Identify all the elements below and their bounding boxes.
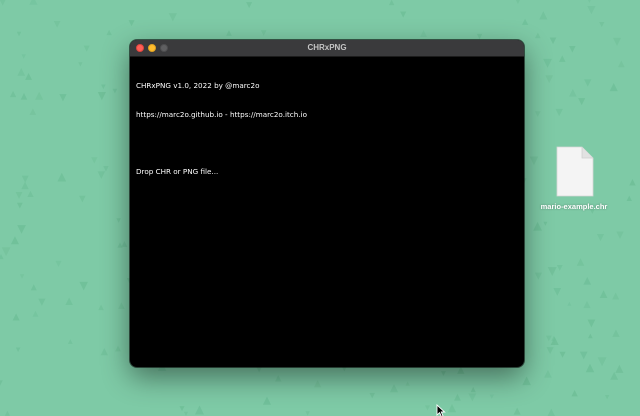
window-title: CHRxPNG: [307, 43, 347, 52]
document-file-icon[interactable]: [555, 146, 595, 198]
desktop-file-label[interactable]: mario-example.chr: [524, 202, 624, 211]
console-line: CHRxPNG v1.0, 2022 by @marc2o: [136, 81, 260, 90]
desktop-file[interactable]: [555, 146, 595, 198]
window-titlebar[interactable]: CHRxPNG: [130, 40, 524, 57]
app-window[interactable]: CHRxPNG CHRxPNG v1.0, 2022 by @marc2o ht…: [130, 40, 524, 367]
mouse-cursor-icon: [436, 404, 446, 416]
console-output: CHRxPNG v1.0, 2022 by @marc2o https://ma…: [136, 62, 518, 195]
console-line: https://marc2o.github.io - https://marc2…: [136, 109, 307, 119]
console-line: Drop CHR or PNG file...: [136, 166, 219, 176]
